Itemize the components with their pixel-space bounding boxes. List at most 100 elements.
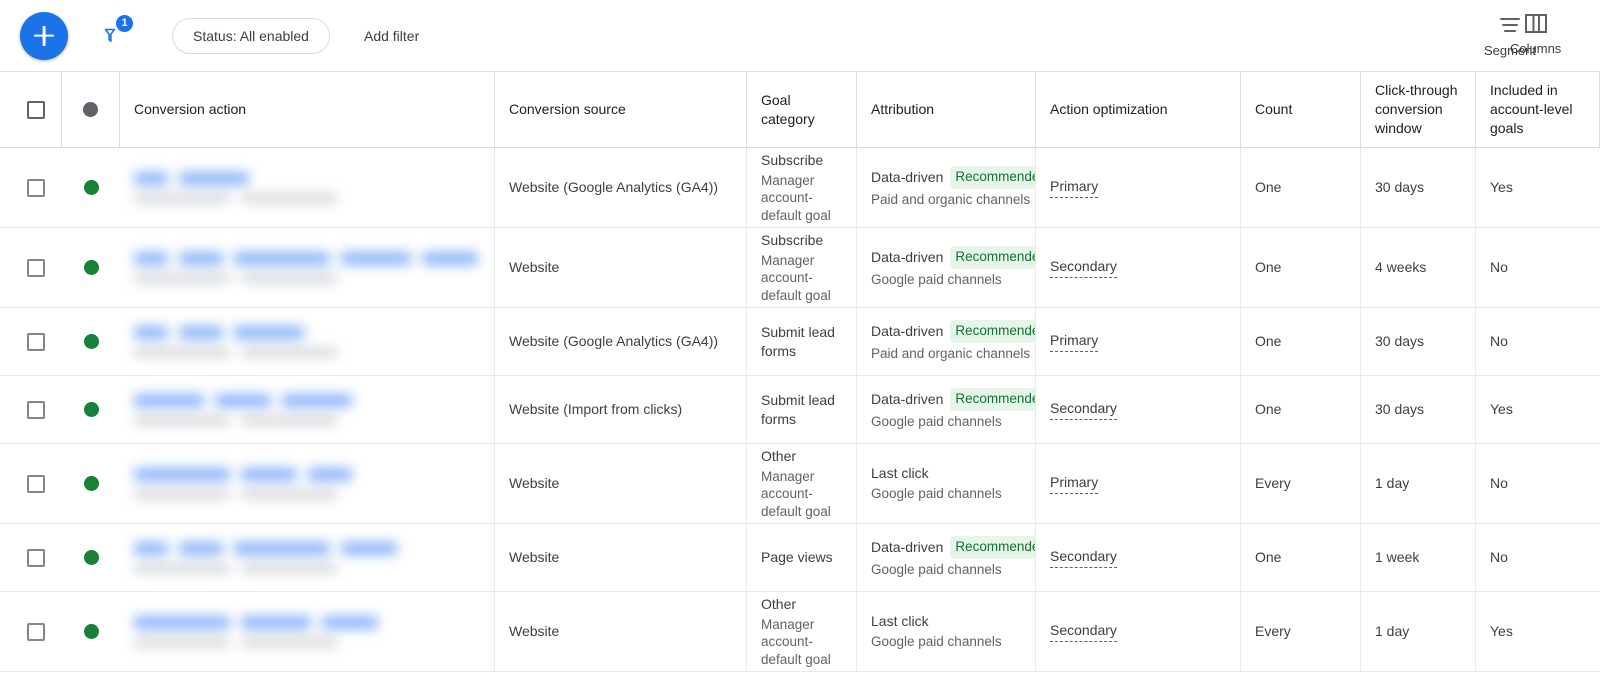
table-row[interactable]: Website Other Manager account-default go… bbox=[0, 444, 1600, 524]
header-attribution[interactable]: Attribution bbox=[857, 72, 1036, 147]
conversion-action-name-cell[interactable] bbox=[120, 524, 495, 591]
row-checkbox[interactable] bbox=[27, 179, 45, 197]
action-optimization-value[interactable]: Secondary bbox=[1050, 399, 1117, 420]
header-conversion-action-label: Conversion action bbox=[134, 100, 480, 119]
row-status-cell bbox=[62, 148, 120, 227]
row-checkbox[interactable] bbox=[27, 259, 45, 277]
conversion-action-name-redacted[interactable] bbox=[134, 252, 480, 283]
columns-button[interactable]: Columns bbox=[1510, 12, 1561, 56]
conversion-action-name-redacted[interactable] bbox=[134, 172, 480, 203]
table-row[interactable]: Website (Import from clicks) Submit lead… bbox=[0, 376, 1600, 444]
header-included-in-account-level-goals[interactable]: Included in account-level goals bbox=[1476, 72, 1600, 147]
header-action-optimization-label: Action optimization bbox=[1050, 100, 1226, 119]
conversion-action-name-redacted[interactable] bbox=[134, 326, 480, 357]
count-value: Every bbox=[1255, 474, 1346, 493]
status-dot-icon bbox=[84, 402, 99, 417]
columns-grid-icon bbox=[1524, 12, 1548, 36]
header-goal-category-label: Goal category bbox=[761, 91, 842, 129]
toolbar: 1 Status: All enabled Add filter Segment bbox=[0, 0, 1600, 71]
action-optimization-cell: Secondary bbox=[1036, 376, 1241, 443]
header-conversion-source-label: Conversion source bbox=[509, 100, 732, 119]
status-filter-chip[interactable]: Status: All enabled bbox=[172, 18, 330, 54]
action-optimization-cell: Secondary bbox=[1036, 592, 1241, 671]
add-conversion-action-button[interactable] bbox=[20, 12, 68, 60]
attribution-cell: Data-drivenRecommended Paid and organic … bbox=[857, 148, 1036, 227]
select-all-checkbox[interactable] bbox=[27, 101, 45, 119]
included-in-account-level-goals-cell: No bbox=[1476, 444, 1600, 523]
header-count-label: Count bbox=[1255, 100, 1346, 119]
action-optimization-value[interactable]: Primary bbox=[1050, 473, 1098, 494]
row-checkbox[interactable] bbox=[27, 475, 45, 493]
included-in-account-level-goals-value: No bbox=[1490, 474, 1586, 493]
header-attribution-label: Attribution bbox=[871, 100, 1021, 119]
goal-category-cell: Submit lead forms bbox=[747, 376, 857, 443]
header-goal-category[interactable]: Goal category bbox=[747, 72, 857, 147]
add-filter-button[interactable]: Add filter bbox=[364, 28, 419, 44]
attribution-value: Last click bbox=[871, 464, 1021, 483]
conversion-source-value: Website bbox=[509, 548, 732, 567]
conversion-action-name-cell[interactable] bbox=[120, 308, 495, 375]
attribution-value: Data-drivenRecommended bbox=[871, 320, 1021, 342]
included-in-account-level-goals-value: Yes bbox=[1490, 400, 1586, 419]
click-through-conversion-window-cell: 1 week bbox=[1361, 524, 1476, 591]
table-row[interactable]: Website (Google Analytics (GA4)) Subscri… bbox=[0, 148, 1600, 228]
count-cell: One bbox=[1241, 524, 1361, 591]
action-optimization-value[interactable]: Secondary bbox=[1050, 621, 1117, 642]
action-optimization-value[interactable]: Primary bbox=[1050, 331, 1098, 352]
goal-category-cell: Subscribe Manager account-default goal bbox=[747, 228, 857, 307]
conversion-actions-table: Conversion action Conversion source Goal… bbox=[0, 71, 1600, 672]
goal-category-value: Submit lead forms bbox=[761, 323, 842, 361]
header-conversion-source[interactable]: Conversion source bbox=[495, 72, 747, 147]
goal-category-cell: Subscribe Manager account-default goal bbox=[747, 148, 857, 227]
recommended-badge: Recommended bbox=[950, 536, 1036, 558]
conversion-action-name-redacted[interactable] bbox=[134, 616, 480, 647]
action-optimization-value[interactable]: Secondary bbox=[1050, 547, 1117, 568]
action-optimization-cell: Primary bbox=[1036, 148, 1241, 227]
attribution-subtext: Paid and organic channels bbox=[871, 191, 1021, 209]
conversion-source-value: Website bbox=[509, 474, 732, 493]
header-count[interactable]: Count bbox=[1241, 72, 1361, 147]
action-optimization-value[interactable]: Primary bbox=[1050, 177, 1098, 198]
row-checkbox[interactable] bbox=[27, 623, 45, 641]
table-row[interactable]: Website Subscribe Manager account-defaul… bbox=[0, 228, 1600, 308]
table-row[interactable]: Website Page views Data-drivenRecommende… bbox=[0, 524, 1600, 592]
action-optimization-value[interactable]: Secondary bbox=[1050, 257, 1117, 278]
attribution-subtext: Google paid channels bbox=[871, 485, 1021, 503]
included-in-account-level-goals-value: No bbox=[1490, 332, 1586, 351]
goal-category-value: Submit lead forms bbox=[761, 391, 842, 429]
row-checkbox[interactable] bbox=[27, 333, 45, 351]
conversion-action-name-redacted[interactable] bbox=[134, 394, 480, 425]
filter-icon-button[interactable]: 1 bbox=[92, 15, 134, 57]
conversion-source-value: Website bbox=[509, 258, 732, 277]
table-row[interactable]: Website (Google Analytics (GA4)) Submit … bbox=[0, 308, 1600, 376]
conversion-source-cell: Website bbox=[495, 228, 747, 307]
click-through-conversion-window-value: 1 day bbox=[1375, 622, 1461, 641]
conversion-action-name-redacted[interactable] bbox=[134, 468, 480, 499]
conversion-action-name-redacted[interactable] bbox=[134, 542, 480, 573]
conversion-action-name-cell[interactable] bbox=[120, 376, 495, 443]
conversion-action-name-cell[interactable] bbox=[120, 148, 495, 227]
conversion-action-name-cell[interactable] bbox=[120, 592, 495, 671]
goal-category-subtext: Manager account-default goal bbox=[761, 252, 842, 305]
row-checkbox[interactable] bbox=[27, 401, 45, 419]
goal-category-cell: Other Manager account-default goal bbox=[747, 592, 857, 671]
row-select-cell bbox=[0, 148, 62, 227]
count-value: Every bbox=[1255, 622, 1346, 641]
attribution-value: Data-drivenRecommended bbox=[871, 246, 1021, 268]
attribution-cell: Data-drivenRecommended Google paid chann… bbox=[857, 228, 1036, 307]
row-checkbox[interactable] bbox=[27, 549, 45, 567]
count-cell: One bbox=[1241, 308, 1361, 375]
table-row[interactable]: Website Other Manager account-default go… bbox=[0, 592, 1600, 672]
conversion-action-name-cell[interactable] bbox=[120, 228, 495, 307]
click-through-conversion-window-cell: 30 days bbox=[1361, 148, 1476, 227]
attribution-subtext: Google paid channels bbox=[871, 271, 1021, 289]
header-click-through-conversion-window[interactable]: Click-through conversion window bbox=[1361, 72, 1476, 147]
included-in-account-level-goals-cell: Yes bbox=[1476, 592, 1600, 671]
conversion-action-name-cell[interactable] bbox=[120, 444, 495, 523]
conversion-source-cell: Website bbox=[495, 524, 747, 591]
header-included-in-account-level-goals-label: Included in account-level goals bbox=[1490, 81, 1585, 138]
header-action-optimization[interactable]: Action optimization bbox=[1036, 72, 1241, 147]
header-conversion-action[interactable]: Conversion action bbox=[120, 72, 495, 147]
row-status-cell bbox=[62, 228, 120, 307]
count-value: One bbox=[1255, 258, 1346, 277]
